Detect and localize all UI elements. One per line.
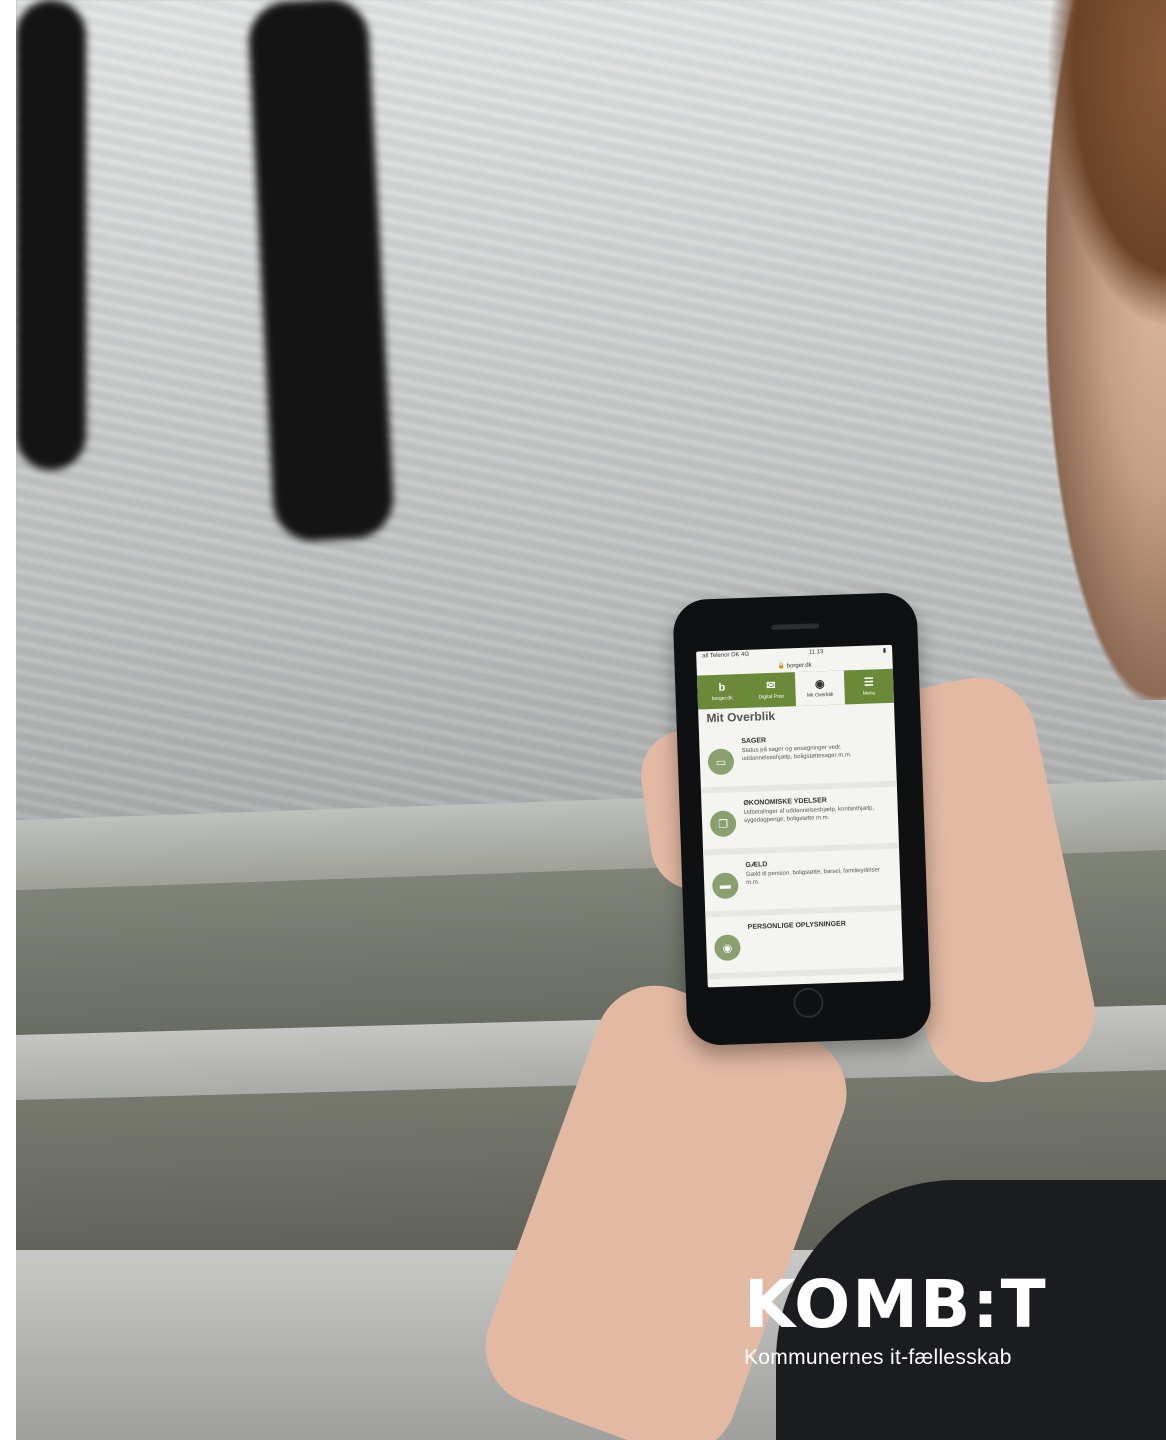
nav-item-mit-overblik[interactable]: ◉ Mit Overblik (794, 670, 846, 707)
folder-icon: ▭ (707, 748, 735, 776)
background-photo (16, 0, 1166, 1440)
url-text: borger.dk (786, 662, 812, 670)
card-title: PERSONLIGE OPLYSNINGER (747, 920, 846, 931)
battery-icon: ▮ (882, 647, 887, 655)
lock-icon: 🔒 (777, 663, 786, 670)
phone-earpiece (771, 623, 820, 630)
status-time: 11.13 (808, 649, 824, 656)
envelope-icon: ✉ (766, 679, 776, 692)
person-hair (1046, 0, 1166, 330)
card-description: Gæld til pension, boligstøtte, barsel, f… (745, 867, 881, 886)
b-logo-icon: b (718, 681, 726, 694)
card-gaeld[interactable]: ▬ GÆLD Gæld til pension, boligstøtte, ba… (703, 848, 902, 918)
hamburger-icon: ☰ (863, 675, 874, 689)
person-icon: ◉ (713, 934, 741, 962)
coins-icon: ❐ (709, 810, 737, 838)
site-navigation: b borger.dk ✉ Digital Post ◉ Mit Overbli… (696, 668, 894, 710)
logo-wordmark: KOMB:T (744, 1266, 1048, 1343)
nav-item-digital-post[interactable]: ✉ Digital Post (746, 672, 796, 708)
kombit-logo: KOMB:T Kommunernes it-fællesskab (744, 1270, 1064, 1370)
card-icon: ▬ (711, 872, 739, 900)
phone-screen: all Telenor DK 4G 11.13 ▮ 🔒 borger.dk b … (696, 644, 904, 988)
person-icon: ◉ (814, 677, 825, 690)
card-okonomiske-ydelser[interactable]: ❐ ØKONOMISKE YDELSER Udbetalinger af udd… (701, 786, 900, 856)
nav-item-menu[interactable]: ☰ Menu (844, 669, 894, 705)
pedestrian-leg-left (16, 0, 86, 470)
card-sager[interactable]: ▭ SAGER Status på sager og ansøgninger v… (698, 724, 897, 794)
nav-item-borger[interactable]: b borger.dk (697, 674, 747, 710)
card-description: Status på sager og ansøgninger vedr. udd… (741, 744, 852, 763)
nav-label: Menu (862, 689, 876, 697)
status-carrier: all Telenor DK 4G (702, 651, 750, 660)
card-personlige-oplysninger[interactable]: ◉ PERSONLIGE OPLYSNINGER (705, 910, 904, 980)
nav-label: borger.dk (711, 694, 733, 702)
home-button[interactable] (792, 987, 824, 1019)
smartphone: all Telenor DK 4G 11.13 ▮ 🔒 borger.dk b … (672, 591, 932, 1047)
logo-tagline: Kommunernes it-fællesskab (744, 1346, 1012, 1369)
card-description: Udbetalinger af uddannelseshjælp, kontan… (743, 805, 875, 825)
nav-label: Digital Post (758, 693, 784, 700)
nav-label: Mit Overblik (806, 691, 834, 699)
